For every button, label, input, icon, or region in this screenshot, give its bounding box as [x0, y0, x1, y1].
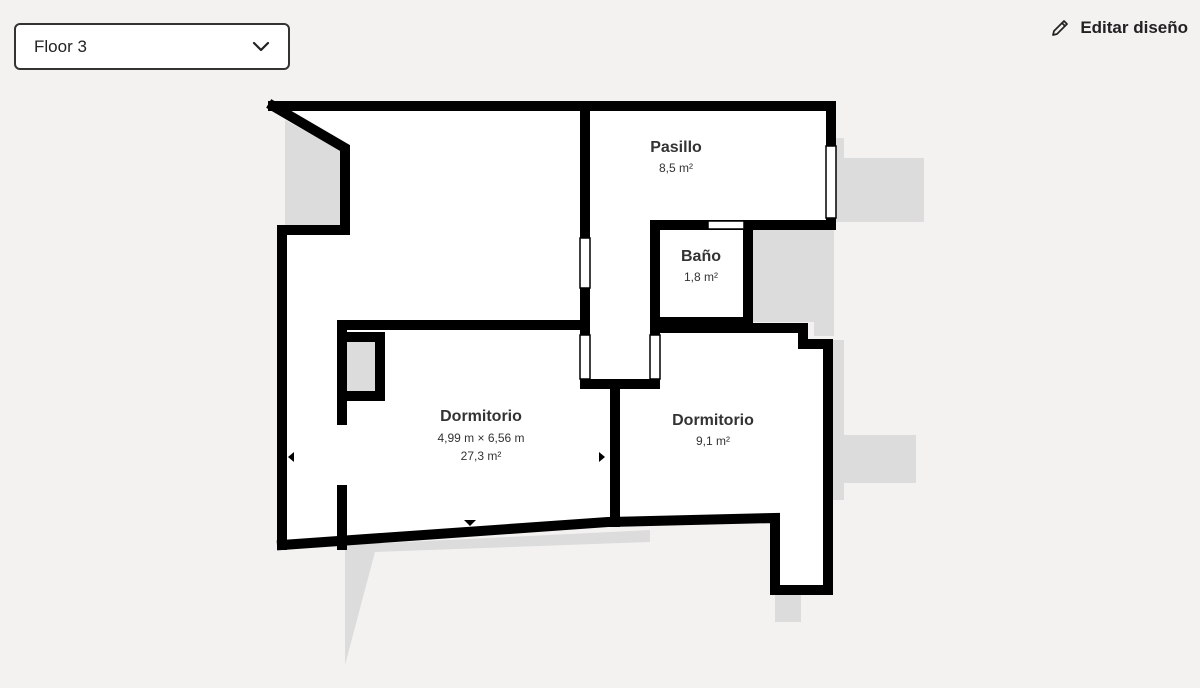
opening-hall-bottom-right [649, 334, 661, 380]
room-name: Dormitorio [672, 412, 754, 429]
room-area: 1,8 m² [684, 270, 718, 284]
opening-hall-left [579, 237, 591, 289]
opening-hall-bottom-left [579, 334, 591, 380]
room-area: 8,5 m² [659, 161, 693, 175]
room-name: Dormitorio [440, 408, 522, 425]
closet-fill [347, 342, 375, 391]
room-dimensions: 4,99 m × 6,56 m [437, 431, 524, 445]
floor-plan: Pasillo 8,5 m² Baño 1,8 m² Dormitorio 4,… [266, 99, 924, 665]
opening-bano-top [707, 220, 745, 230]
room-name: Baño [681, 248, 721, 265]
room-name: Pasillo [650, 139, 702, 156]
window-pasillo [825, 145, 837, 219]
room-area: 9,1 m² [696, 434, 730, 448]
room-area: 27,3 m² [461, 449, 502, 463]
